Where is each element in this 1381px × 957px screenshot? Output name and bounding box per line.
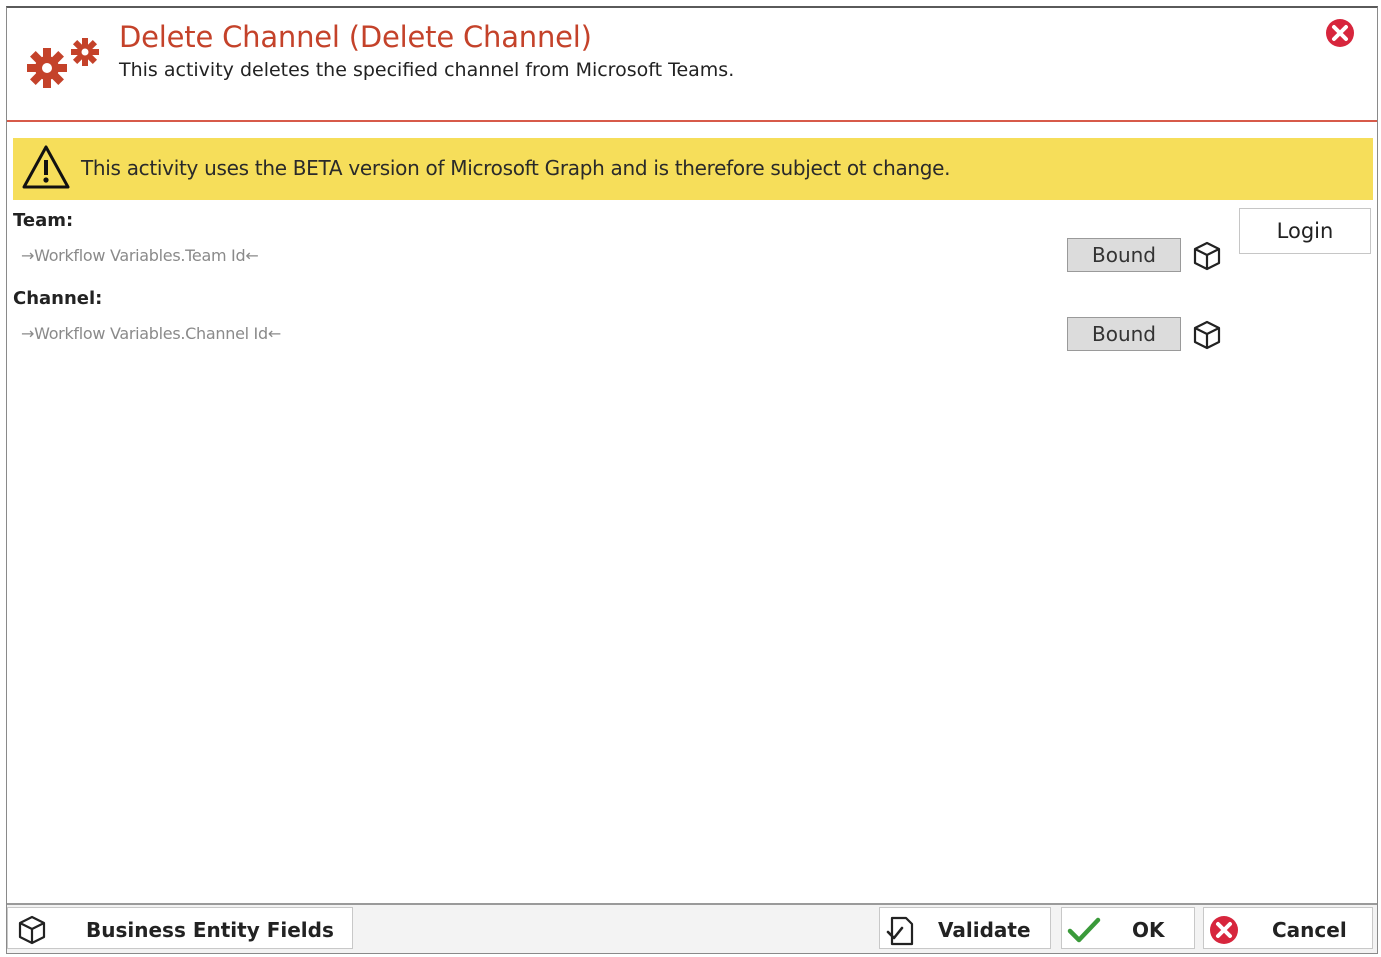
channel-value[interactable]: →Workflow Variables.Channel Id←	[21, 324, 281, 343]
dialog-footer: Business Entity Fields Validate OK Cance…	[7, 903, 1377, 953]
cancel-label: Cancel	[1272, 918, 1347, 942]
channel-bound-button[interactable]: Bound	[1067, 317, 1181, 351]
validate-icon	[886, 916, 914, 946]
header-divider	[7, 120, 1377, 122]
activity-dialog: Delete Channel (Delete Channel) This act…	[6, 6, 1378, 954]
validate-button[interactable]: Validate	[879, 907, 1051, 949]
validate-label: Validate	[938, 918, 1031, 942]
beta-warning-banner: This activity uses the BETA version of M…	[13, 138, 1373, 200]
dialog-subtitle: This activity deletes the specified chan…	[119, 59, 735, 81]
check-icon	[1067, 917, 1101, 943]
cancel-icon	[1210, 916, 1238, 944]
dialog-title: Delete Channel (Delete Channel)	[119, 20, 592, 54]
business-entity-fields-button[interactable]: Business Entity Fields	[7, 907, 353, 949]
business-entity-fields-label: Business Entity Fields	[86, 918, 334, 942]
dialog-header: Delete Channel (Delete Channel) This act…	[7, 8, 1377, 120]
team-bound-button[interactable]: Bound	[1067, 238, 1181, 272]
ok-label: OK	[1132, 918, 1165, 942]
gear-icon	[27, 38, 99, 88]
channel-label: Channel:	[13, 288, 103, 309]
cancel-button[interactable]: Cancel	[1203, 907, 1373, 949]
cube-icon[interactable]	[1191, 240, 1223, 272]
ok-button[interactable]: OK	[1061, 907, 1195, 949]
warning-icon	[22, 145, 70, 189]
warning-text: This activity uses the BETA version of M…	[81, 156, 951, 180]
cube-icon[interactable]	[1191, 319, 1223, 351]
cube-icon	[18, 915, 46, 945]
close-icon[interactable]	[1325, 18, 1355, 48]
team-value[interactable]: →Workflow Variables.Team Id←	[21, 246, 259, 265]
login-button[interactable]: Login	[1239, 208, 1371, 254]
team-label: Team:	[13, 210, 74, 231]
